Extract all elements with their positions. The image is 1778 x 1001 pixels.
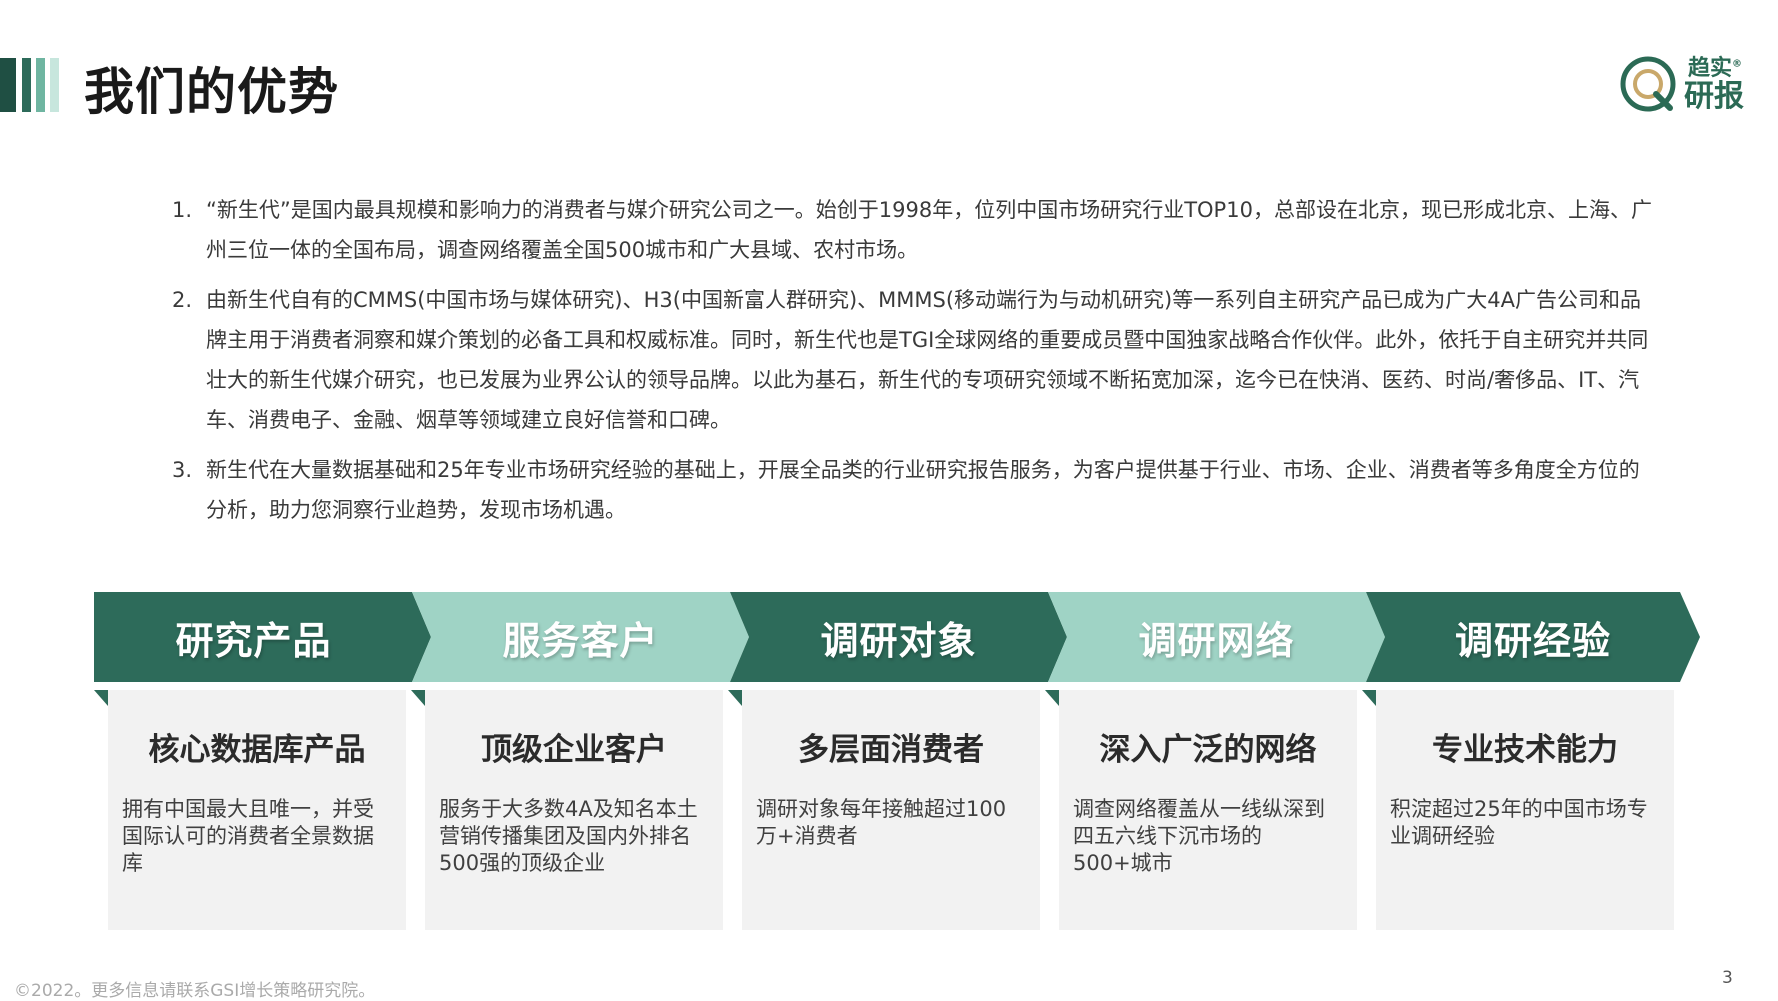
advantage-points: 1. “新生代”是国内最具规模和影响力的消费者与媒介研究公司之一。始创于1998… xyxy=(172,190,1652,540)
card-title: 核心数据库产品 xyxy=(148,732,366,768)
logo-line2: 研报 xyxy=(1684,79,1744,114)
list-item: 1. “新生代”是国内最具规模和影响力的消费者与媒介研究公司之一。始创于1998… xyxy=(172,190,1652,270)
feature-card-5: 专业技术能力 积淀超过25年的中国市场专业调研经验 xyxy=(1362,690,1674,930)
point-number: 2. xyxy=(172,288,193,312)
card-title: 多层面消费者 xyxy=(798,732,984,768)
page-number: 3 xyxy=(1722,968,1733,988)
card-title: 顶级企业客户 xyxy=(481,732,667,768)
card-corner-accent xyxy=(728,690,742,706)
point-number: 3. xyxy=(172,458,193,482)
point-text: 新生代在大量数据基础和25年专业市场研究经验的基础上，开展全品类的行业研究报告服… xyxy=(206,458,1640,522)
card-title: 深入广泛的网络 xyxy=(1099,732,1317,768)
q-logo-icon xyxy=(1620,56,1676,112)
feature-card-4: 深入广泛的网络 调查网络覆盖从一线纵深到四五六线下沉市场的500+城市 xyxy=(1045,690,1357,930)
point-text: 由新生代自有的CMMS(中国市场与媒体研究)、H3(中国新富人群研究)、MMMS… xyxy=(206,288,1649,432)
card-corner-accent xyxy=(411,690,425,706)
chevron-service-clients: 服务客户 xyxy=(412,592,749,682)
chevron-research-subjects: 调研对象 xyxy=(730,592,1067,682)
copyright-note: ©2022。更多信息请联系GSI增长策略研究院。 xyxy=(14,981,376,1001)
chevron-research-products: 研究产品 xyxy=(94,592,431,682)
chevron-research-network: 调研网络 xyxy=(1048,592,1385,682)
feature-card-3: 多层面消费者 调研对象每年接触超过100万+消费者 xyxy=(728,690,1040,930)
chevron-label: 调研经验 xyxy=(1454,618,1611,663)
point-text: “新生代”是国内最具规模和影响力的消费者与媒介研究公司之一。始创于1998年，位… xyxy=(206,198,1652,262)
card-corner-accent xyxy=(1045,690,1059,706)
card-body: 拥有中国最大且唯一，并受国际认可的消费者全景数据库 xyxy=(122,797,374,875)
card-title: 专业技术能力 xyxy=(1432,732,1618,768)
chevron-label: 服务客户 xyxy=(502,618,659,663)
chevron-label: 调研网络 xyxy=(1138,618,1295,663)
card-body: 积淀超过25年的中国市场专业调研经验 xyxy=(1390,797,1648,848)
brand-logo: 趋实® 研报 xyxy=(1618,54,1750,118)
list-item: 2. 由新生代自有的CMMS(中国市场与媒体研究)、H3(中国新富人群研究)、M… xyxy=(172,280,1652,440)
list-item: 3. 新生代在大量数据基础和25年专业市场研究经验的基础上，开展全品类的行业研究… xyxy=(172,450,1652,530)
logo-registered-mark: ® xyxy=(1732,58,1743,70)
chevron-label: 研究产品 xyxy=(175,618,332,663)
point-number: 1. xyxy=(172,198,193,222)
chevron-label: 调研对象 xyxy=(820,618,977,663)
card-body: 调查网络覆盖从一线纵深到四五六线下沉市场的500+城市 xyxy=(1073,797,1325,875)
feature-card-1: 核心数据库产品 拥有中国最大且唯一，并受国际认可的消费者全景数据库 xyxy=(94,690,406,930)
card-corner-accent xyxy=(1362,690,1376,706)
logo-line1: 趋实 xyxy=(1688,56,1733,81)
feature-card-2: 顶级企业客户 服务于大多数4A及知名本土营销传播集团及国内外排名500强的顶级企… xyxy=(411,690,723,930)
title-accent-bars xyxy=(0,58,60,112)
process-chevron-band: 研究产品 服务客户 调研对象 调研网络 调研经验 xyxy=(94,592,1700,682)
card-body: 服务于大多数4A及知名本土营销传播集团及国内外排名500强的顶级企业 xyxy=(439,797,698,875)
chevron-research-experience: 调研经验 xyxy=(1366,592,1700,682)
page-title: 我们的优势 xyxy=(84,63,339,121)
card-corner-accent xyxy=(94,690,108,706)
card-body: 调研对象每年接触超过100万+消费者 xyxy=(756,797,1007,848)
